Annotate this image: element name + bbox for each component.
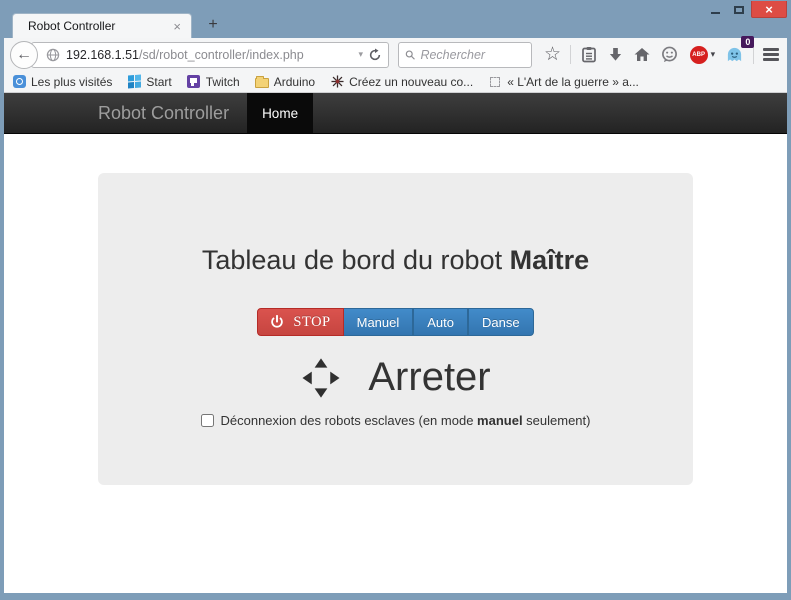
bookmark-most-visited[interactable]: Les plus visités — [12, 75, 112, 89]
slave-disconnect-row: Déconnexion des robots esclaves (en mode… — [98, 413, 693, 428]
bookmarks-menu-button[interactable] — [579, 43, 599, 67]
slave-disconnect-checkbox[interactable] — [201, 414, 214, 427]
home-button[interactable] — [632, 43, 652, 67]
home-icon — [634, 47, 650, 62]
maximize-icon — [734, 6, 744, 14]
bookmark-art-de-la-guerre[interactable]: « L'Art de la guerre » a... — [488, 75, 639, 89]
page-viewport: Robot Controller Home Tableau de bord du… — [4, 93, 787, 593]
abp-icon: ABP — [690, 46, 708, 64]
bookmark-twitch[interactable]: Twitch — [187, 75, 240, 89]
url-host: 192.168.1.51 — [66, 48, 139, 62]
globe-icon — [46, 48, 60, 62]
bookmark-create-new[interactable]: Créez un nouveau co... — [330, 75, 473, 89]
mode-button-group: STOP Manuel Auto Danse — [257, 308, 533, 336]
toolbar-divider — [570, 45, 571, 64]
bookmarks-bar: Les plus visités Start Twitch Arduino — [4, 71, 787, 93]
star-icon: ☆ — [544, 45, 561, 64]
menu-button[interactable] — [761, 43, 781, 67]
web-icon — [330, 75, 344, 89]
downloads-button[interactable] — [606, 43, 625, 67]
browser-window: Robot Controller × + × ← 192.168.1.51/sd… — [0, 0, 791, 600]
generic-favicon — [488, 75, 502, 89]
folder-icon — [255, 75, 269, 89]
chat-extension-button[interactable] — [659, 43, 680, 67]
browser-tab[interactable]: Robot Controller × — [12, 13, 192, 38]
hamburger-icon — [763, 46, 779, 64]
status-text: Arreter — [368, 355, 490, 400]
new-tab-button[interactable]: + — [200, 15, 226, 35]
tab-close-icon[interactable]: × — [171, 19, 183, 34]
ghostery-counter-badge: 0 — [741, 36, 754, 48]
tab-title: Robot Controller — [28, 19, 171, 33]
most-visited-icon — [12, 75, 26, 89]
stop-button[interactable]: STOP — [257, 308, 343, 336]
urlbar-dropdown-icon[interactable]: ▾ — [353, 49, 368, 60]
url-bar[interactable]: 192.168.1.51/sd/robot_controller/index.p… — [31, 42, 389, 68]
download-icon — [608, 47, 623, 62]
power-icon — [270, 315, 284, 329]
navigation-toolbar: ← 192.168.1.51/sd/robot_controller/index… — [4, 38, 787, 71]
slave-disconnect-label: Déconnexion des robots esclaves (en mode… — [221, 413, 591, 428]
navbar-brand[interactable]: Robot Controller — [98, 93, 247, 133]
ghostery-button[interactable]: 0 — [724, 43, 745, 67]
back-button[interactable]: ← — [10, 41, 38, 69]
toolbar-actions: ☆ — [542, 43, 781, 67]
bookmark-folder-arduino[interactable]: Arduino — [255, 75, 315, 89]
minimize-button[interactable] — [703, 1, 727, 18]
auto-button[interactable]: Auto — [413, 308, 468, 336]
abp-dropdown-icon: ▾ — [711, 49, 716, 60]
window-controls: × — [703, 1, 787, 18]
dashboard-panel: Tableau de bord du robot Maître STOP Man… — [98, 173, 693, 485]
clipboard-icon — [581, 46, 597, 63]
chat-smiley-icon — [661, 46, 678, 63]
url-path: /sd/robot_controller/index.php — [139, 48, 304, 62]
windows-icon — [127, 75, 141, 89]
search-input[interactable] — [420, 48, 525, 62]
manuel-button[interactable]: Manuel — [344, 308, 414, 336]
toolbar-divider — [753, 45, 754, 64]
close-button[interactable]: × — [751, 1, 787, 18]
bookmark-star-button[interactable]: ☆ — [542, 43, 563, 67]
minimize-icon — [711, 12, 720, 14]
maximize-button[interactable] — [727, 1, 751, 18]
page-title: Tableau de bord du robot Maître — [98, 245, 693, 275]
adblock-plus-button[interactable]: ABP ▾ — [688, 43, 718, 67]
twitch-icon — [187, 75, 201, 89]
search-icon — [405, 49, 415, 61]
danse-button[interactable]: Danse — [468, 308, 534, 336]
move-arrows-icon — [300, 356, 342, 400]
site-navbar: Robot Controller Home — [4, 93, 787, 134]
bookmark-start[interactable]: Start — [127, 75, 171, 89]
nav-item-home[interactable]: Home — [247, 93, 313, 133]
titlebar: Robot Controller × + × — [0, 0, 791, 38]
reload-icon[interactable] — [368, 48, 382, 62]
status-row: Arreter — [98, 355, 693, 400]
ghost-icon — [726, 46, 743, 64]
search-bar[interactable] — [398, 42, 532, 68]
